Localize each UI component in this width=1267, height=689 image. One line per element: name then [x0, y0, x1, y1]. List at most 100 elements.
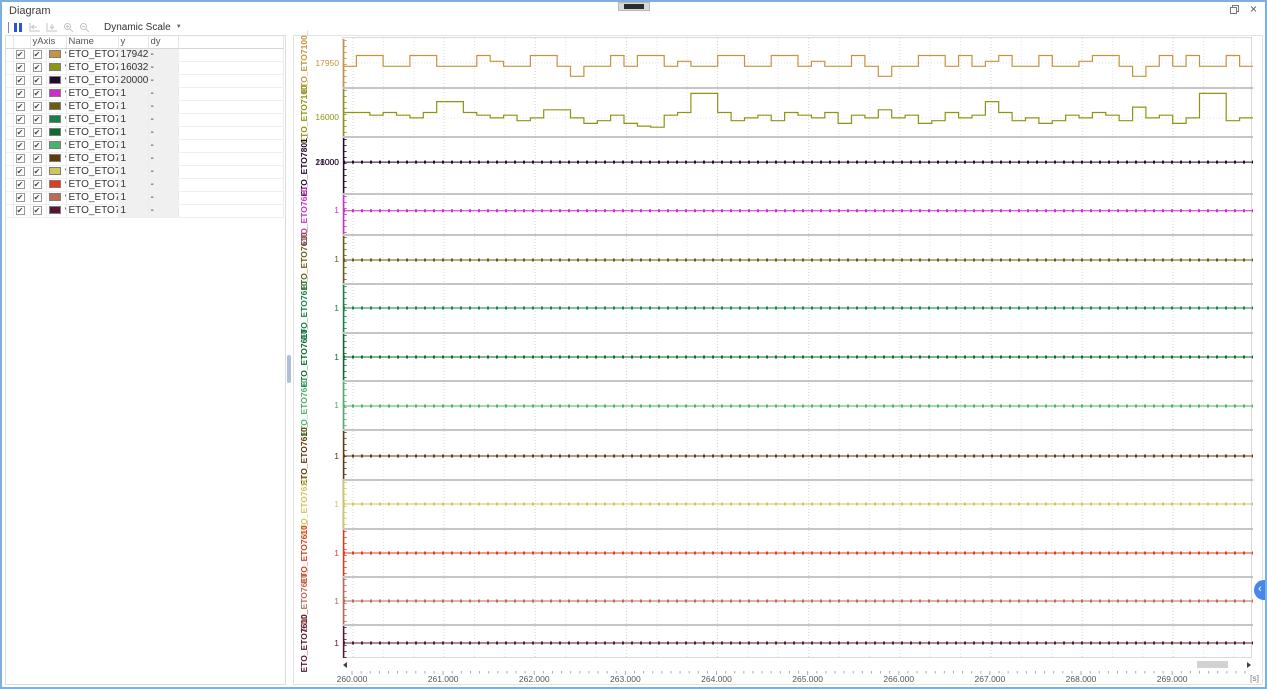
- visible-cell: ✔: [13, 152, 30, 165]
- yaxis-checkbox[interactable]: ✔: [33, 141, 42, 150]
- yaxis-checkbox[interactable]: ✔: [33, 206, 42, 215]
- row-indicator-header: [6, 36, 13, 48]
- visible-checkbox[interactable]: ✔: [16, 76, 25, 85]
- visible-checkbox[interactable]: ✔: [16, 63, 25, 72]
- fit-vertical-icon[interactable]: [46, 22, 58, 32]
- table-row[interactable]: ✔✔▼ETO_ETO7610_1-: [6, 178, 284, 191]
- yaxis-checkbox[interactable]: ✔: [33, 102, 42, 111]
- yaxis-checkbox[interactable]: ✔: [33, 76, 42, 85]
- visible-checkbox[interactable]: ✔: [16, 128, 25, 137]
- yaxis-cell: ✔: [30, 48, 46, 61]
- toolbar-grip[interactable]: [8, 22, 9, 33]
- color-swatch[interactable]: [49, 141, 61, 149]
- table-row[interactable]: ✔✔▼ETO_ETO7610_1-: [6, 191, 284, 204]
- edge-panel-toggle[interactable]: ‹: [1254, 580, 1267, 600]
- scrollbar-thumb[interactable]: [1197, 661, 1228, 668]
- panel-splitter[interactable]: [286, 35, 293, 687]
- color-swatch[interactable]: [49, 89, 61, 97]
- visible-checkbox[interactable]: ✔: [16, 154, 25, 163]
- yaxis-checkbox[interactable]: ✔: [33, 193, 42, 202]
- visible-checkbox[interactable]: ✔: [16, 193, 25, 202]
- visible-checkbox[interactable]: ✔: [16, 50, 25, 59]
- horizontal-scrollbar[interactable]: [342, 660, 1252, 669]
- empty-cell: [178, 139, 283, 152]
- dy-value: -: [148, 139, 178, 152]
- table-row[interactable]: ✔✔▼ETO_ETO7610_1-: [6, 165, 284, 178]
- close-icon[interactable]: ×: [1250, 3, 1257, 15]
- yaxis-checkbox[interactable]: ✔: [33, 154, 42, 163]
- yaxis-checkbox[interactable]: ✔: [33, 115, 42, 124]
- table-row[interactable]: ✔✔▼ETO_ETO7610_1-: [6, 139, 284, 152]
- table-row[interactable]: ✔✔▼ETO_ETO7610_1-: [6, 204, 284, 217]
- dock-handle[interactable]: [618, 2, 650, 11]
- zoom-in-icon[interactable]: [63, 22, 74, 33]
- visible-checkbox[interactable]: ✔: [16, 102, 25, 111]
- table-row[interactable]: ✔✔▼ETO_ETO7610_1-: [6, 87, 284, 100]
- name-header[interactable]: Name: [66, 36, 118, 48]
- scroll-right-icon[interactable]: [1247, 662, 1251, 668]
- dynamic-scale-dropdown[interactable]: Dynamic Scale ▼: [101, 21, 185, 34]
- color-cell: ▼: [46, 191, 66, 204]
- visible-cell: ✔: [13, 126, 30, 139]
- chart-toolbar: Dynamic Scale ▼: [2, 19, 1265, 35]
- visible-cell: ✔: [13, 178, 30, 191]
- table-row[interactable]: ✔✔▼ETO_ETO7100_16032-: [6, 61, 284, 74]
- yaxis-cell: ✔: [30, 191, 46, 204]
- yaxis-cell: ✔: [30, 61, 46, 74]
- yaxis-checkbox[interactable]: ✔: [33, 89, 42, 98]
- yaxis-header: yAxis: [30, 36, 66, 48]
- row-indicator: [6, 204, 13, 217]
- yaxis-cell: ✔: [30, 204, 46, 217]
- visible-checkbox[interactable]: ✔: [16, 115, 25, 124]
- yaxis-checkbox[interactable]: ✔: [33, 63, 42, 72]
- y-value: 20000: [118, 74, 148, 87]
- color-swatch[interactable]: [49, 193, 61, 201]
- table-row[interactable]: ✔✔▼ETO_ETO7610_1-: [6, 152, 284, 165]
- visible-checkbox[interactable]: ✔: [16, 141, 25, 150]
- color-swatch[interactable]: [49, 167, 61, 175]
- color-swatch[interactable]: [49, 102, 61, 110]
- table-row[interactable]: ✔✔▼ETO_ETO7801_20000-: [6, 74, 284, 87]
- color-cell: ▼: [46, 48, 66, 61]
- zoom-out-icon[interactable]: [79, 22, 90, 33]
- table-row[interactable]: ✔✔▼ETO_ETO7610_1-: [6, 113, 284, 126]
- dy-value: -: [148, 74, 178, 87]
- pause-icon[interactable]: [14, 23, 22, 32]
- splitter-handle[interactable]: [287, 355, 291, 383]
- y-tick-label: 17950: [311, 58, 339, 68]
- fit-horizontal-icon[interactable]: [29, 22, 41, 32]
- y-value: 17942: [118, 48, 148, 61]
- visible-checkbox[interactable]: ✔: [16, 180, 25, 189]
- yaxis-checkbox[interactable]: ✔: [33, 128, 42, 137]
- yaxis-checkbox[interactable]: ✔: [33, 167, 42, 176]
- yaxis-checkbox[interactable]: ✔: [33, 180, 42, 189]
- dy-header[interactable]: dy: [148, 36, 178, 48]
- visible-checkbox[interactable]: ✔: [16, 206, 25, 215]
- color-swatch[interactable]: [49, 115, 61, 123]
- dock-handle-grip: [624, 4, 644, 9]
- table-row[interactable]: ✔✔▼ETO_ETO7610_1-: [6, 100, 284, 113]
- color-swatch[interactable]: [49, 206, 61, 214]
- yaxis-checkbox[interactable]: ✔: [33, 50, 42, 59]
- row-indicator: [6, 152, 13, 165]
- yaxis-cell: ✔: [30, 100, 46, 113]
- scroll-left-icon[interactable]: [343, 662, 347, 668]
- color-cell: ▼: [46, 178, 66, 191]
- color-swatch[interactable]: [49, 154, 61, 162]
- color-swatch[interactable]: [49, 50, 61, 58]
- restore-window-icon[interactable]: [1230, 5, 1239, 14]
- color-swatch[interactable]: [49, 180, 61, 188]
- x-tick-label: 267.000: [967, 674, 1013, 684]
- color-swatch[interactable]: [49, 63, 61, 71]
- plot-area[interactable]: [342, 37, 1252, 658]
- color-swatch[interactable]: [49, 128, 61, 136]
- visible-checkbox[interactable]: ✔: [16, 167, 25, 176]
- table-row[interactable]: ✔✔▼ETO_ETO7100_17942-: [6, 48, 284, 61]
- empty-cell: [178, 204, 283, 217]
- y-header[interactable]: y: [118, 36, 148, 48]
- visible-checkbox[interactable]: ✔: [16, 89, 25, 98]
- color-swatch[interactable]: [49, 76, 61, 84]
- y-tick-label: 1: [311, 352, 339, 362]
- y-tick-label: 1: [311, 548, 339, 558]
- table-row[interactable]: ✔✔▼ETO_ETO7610_1-: [6, 126, 284, 139]
